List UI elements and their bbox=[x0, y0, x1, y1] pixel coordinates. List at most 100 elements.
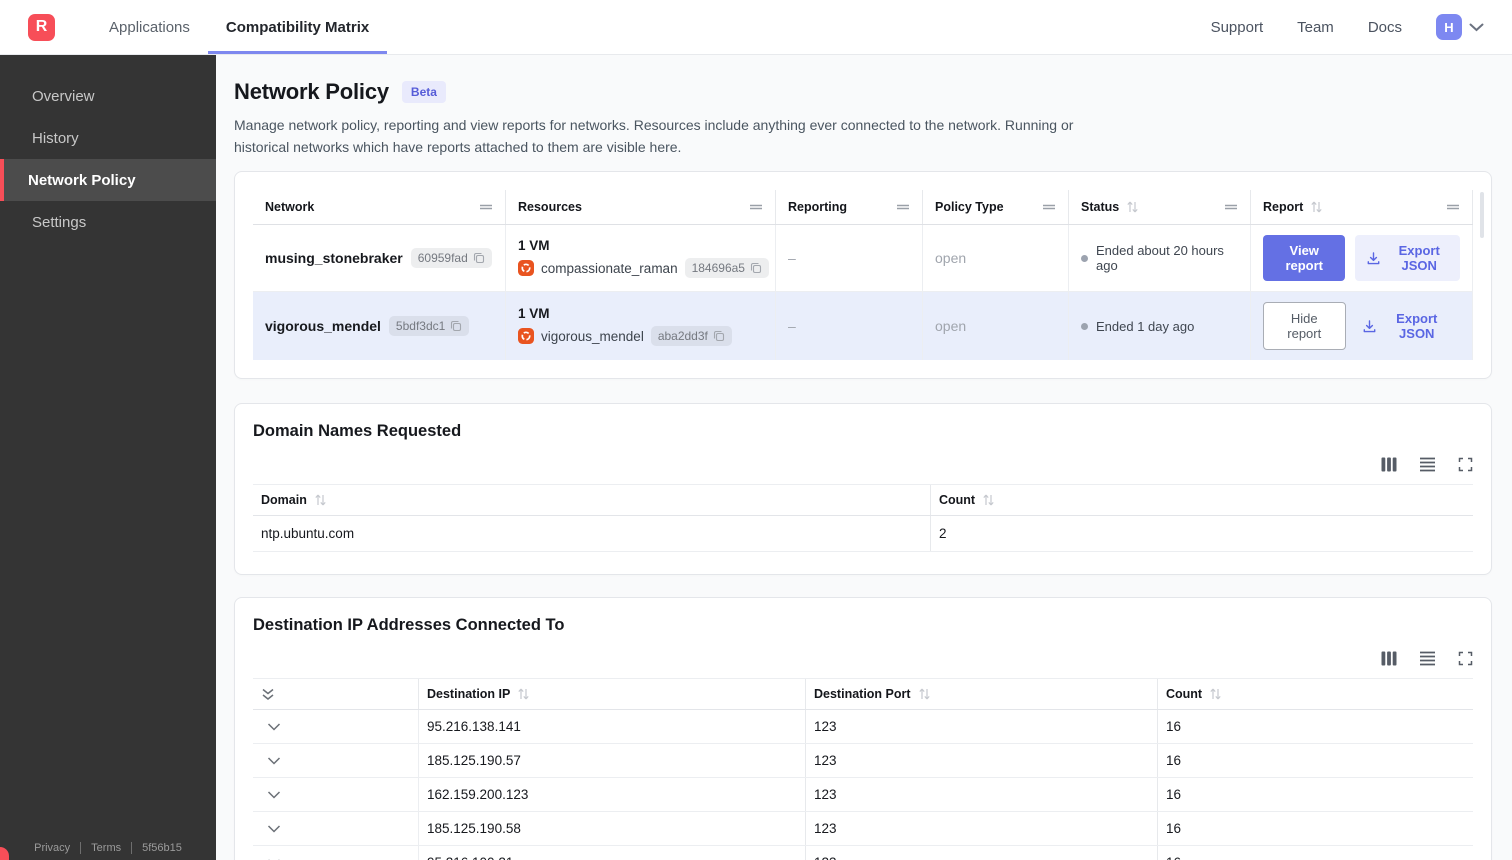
network-id-badge[interactable]: 5bdf3dc1 bbox=[388, 316, 470, 337]
status-cell: Ended 1 day ago bbox=[1069, 292, 1251, 361]
sort-icon[interactable] bbox=[1209, 688, 1222, 700]
sidebar-item-settings[interactable]: Settings bbox=[0, 201, 216, 243]
column-header-network: Network bbox=[253, 190, 506, 225]
destination-port-cell: 123 bbox=[806, 710, 1158, 744]
column-resize-grip-icon[interactable] bbox=[896, 203, 910, 211]
row-expander-chevron-icon[interactable] bbox=[253, 710, 419, 743]
ip-row[interactable]: 162.159.200.123 123 16 bbox=[253, 778, 1473, 813]
card-title: Domain Names Requested bbox=[253, 422, 462, 441]
copy-icon[interactable] bbox=[450, 320, 462, 332]
expand-all-icon[interactable] bbox=[253, 679, 419, 709]
terms-link[interactable]: Terms bbox=[81, 842, 131, 854]
view-report-button[interactable]: View report bbox=[1263, 235, 1346, 282]
app-logo[interactable]: R bbox=[28, 13, 55, 41]
sort-icon[interactable] bbox=[982, 494, 995, 506]
privacy-link[interactable]: Privacy bbox=[24, 842, 80, 854]
copy-icon[interactable] bbox=[473, 252, 485, 264]
sort-icon[interactable] bbox=[314, 494, 327, 506]
copy-icon[interactable] bbox=[750, 262, 762, 274]
resources-cell: 1 VM vigorous_mendel aba2dd3f bbox=[506, 292, 776, 361]
status-dot bbox=[1081, 322, 1088, 330]
resource-name: compassionate_raman bbox=[541, 260, 678, 276]
row-expander-chevron-icon[interactable] bbox=[253, 744, 419, 777]
card-toolbar bbox=[253, 651, 1473, 666]
network-name: musing_stonebraker bbox=[265, 250, 403, 267]
sort-icon[interactable] bbox=[1310, 201, 1323, 213]
sidebar-item-overview[interactable]: Overview bbox=[0, 75, 216, 117]
nav-tab-compatibility-matrix[interactable]: Compatibility Matrix bbox=[207, 0, 388, 54]
column-header-resources: Resources bbox=[506, 190, 776, 225]
destination-ip-cell: 162.159.200.123 bbox=[418, 778, 806, 812]
vm-count: 1 VM bbox=[518, 306, 550, 322]
column-resize-grip-icon[interactable] bbox=[479, 203, 493, 211]
main-content: Network Policy Beta Manage network polic… bbox=[216, 55, 1512, 860]
row-expander-chevron-icon[interactable] bbox=[253, 778, 419, 811]
column-resize-grip-icon[interactable] bbox=[749, 203, 763, 211]
sort-icon[interactable] bbox=[918, 688, 931, 700]
count-cell: 16 bbox=[1158, 846, 1473, 860]
copy-icon[interactable] bbox=[713, 330, 725, 342]
nav-link-team[interactable]: Team bbox=[1297, 19, 1334, 36]
domain-row[interactable]: ntp.ubuntu.com 2 bbox=[253, 516, 1473, 553]
ubuntu-icon bbox=[518, 260, 534, 277]
count-cell: 16 bbox=[1166, 719, 1182, 735]
row-expander-chevron-icon[interactable] bbox=[253, 846, 419, 860]
network-row[interactable]: musing_stonebraker 60959fad 1 VM compass… bbox=[253, 225, 1473, 292]
export-json-button[interactable]: Export JSON bbox=[1356, 303, 1460, 349]
ip-row[interactable]: 185.125.190.57 123 16 bbox=[253, 744, 1473, 779]
sort-icon[interactable] bbox=[517, 688, 530, 700]
ip-row[interactable]: 185.125.190.58 123 16 bbox=[253, 812, 1473, 847]
ip-row[interactable]: 95.216.138.141 123 16 bbox=[253, 710, 1473, 745]
column-resize-grip-icon[interactable] bbox=[1446, 203, 1460, 211]
sidebar-footer: Privacy Terms 5f56b15 bbox=[0, 842, 216, 854]
nav-tab-applications[interactable]: Applications bbox=[91, 0, 208, 54]
destination-port-cell: 123 bbox=[806, 812, 1158, 846]
hide-report-button[interactable]: Hide report bbox=[1263, 302, 1346, 351]
domain-cell: ntp.ubuntu.com bbox=[253, 516, 931, 552]
sidebar-item-history[interactable]: History bbox=[0, 117, 216, 159]
column-resize-grip-icon[interactable] bbox=[1224, 203, 1238, 211]
table-scrollbar[interactable] bbox=[1480, 192, 1484, 239]
nav-link-support[interactable]: Support bbox=[1211, 19, 1264, 36]
nav-right: Support Team Docs H bbox=[1211, 0, 1484, 54]
networks-table-header: Network Resources Reporting Policy Type … bbox=[253, 190, 1473, 226]
nav-link-docs[interactable]: Docs bbox=[1368, 19, 1402, 36]
ubuntu-icon bbox=[518, 328, 534, 345]
sort-icon[interactable] bbox=[1126, 201, 1139, 213]
export-json-button[interactable]: Export JSON bbox=[1355, 235, 1460, 282]
column-resize-grip-icon[interactable] bbox=[1042, 203, 1056, 211]
count-cell: 2 bbox=[939, 526, 947, 542]
rows-icon[interactable] bbox=[1419, 457, 1436, 472]
row-expander-chevron-icon[interactable] bbox=[253, 812, 419, 845]
resource-id-badge[interactable]: 184696a5 bbox=[684, 258, 769, 279]
chevron-down-icon bbox=[1469, 23, 1484, 32]
networks-card: Network Resources Reporting Policy Type … bbox=[234, 171, 1492, 380]
reporting-cell: – bbox=[776, 225, 923, 292]
destination-port-cell: 123 bbox=[806, 778, 1158, 812]
columns-icon[interactable] bbox=[1381, 651, 1397, 666]
destination-ips-table: Destination IP Destination Port Count 95… bbox=[253, 678, 1473, 860]
column-header-destination-port: Destination Port bbox=[806, 679, 1158, 710]
sidebar-item-network-policy[interactable]: Network Policy bbox=[0, 159, 216, 201]
policy-type-cell: open bbox=[923, 225, 1069, 292]
resource-id-badge[interactable]: aba2dd3f bbox=[650, 326, 732, 347]
network-id-badge[interactable]: 60959fad bbox=[410, 248, 492, 269]
avatar[interactable]: H bbox=[1436, 14, 1462, 40]
column-header-count: Count bbox=[931, 485, 1473, 515]
rows-icon[interactable] bbox=[1419, 651, 1436, 666]
destination-port-cell: 123 bbox=[806, 744, 1158, 778]
fullscreen-icon[interactable] bbox=[1458, 651, 1473, 666]
count-cell: 16 bbox=[1166, 753, 1182, 769]
top-navbar: R Applications Compatibility Matrix Supp… bbox=[0, 0, 1512, 55]
destination-ip-cell: 95.216.138.141 bbox=[418, 710, 806, 744]
page-title: Network Policy bbox=[234, 79, 389, 104]
network-row[interactable]: vigorous_mendel 5bdf3dc1 1 VM vigorous_m… bbox=[253, 291, 1473, 361]
destination-ips-card: Destination IP Addresses Connected To De… bbox=[234, 597, 1492, 860]
fullscreen-icon[interactable] bbox=[1458, 457, 1473, 472]
vm-count: 1 VM bbox=[518, 238, 550, 254]
ip-row[interactable]: 95.216.100.21 123 16 bbox=[253, 846, 1473, 860]
columns-icon[interactable] bbox=[1381, 457, 1397, 472]
user-menu[interactable]: H bbox=[1436, 14, 1484, 40]
report-cell: View report Export JSON bbox=[1251, 225, 1473, 292]
page-description: Manage network policy, reporting and vie… bbox=[234, 117, 1074, 155]
